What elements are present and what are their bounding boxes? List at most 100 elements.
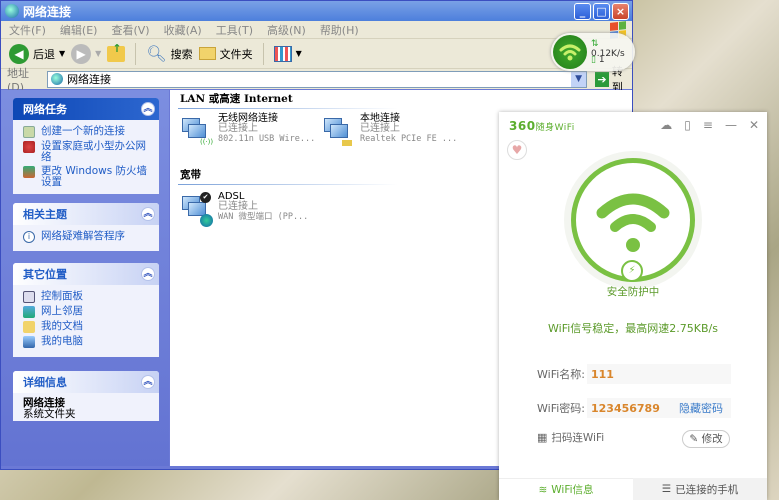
collapse-icon[interactable]: ︽	[141, 375, 155, 389]
back-button[interactable]: ◀ 后退 ▼	[9, 43, 65, 64]
wifi-password-value: 123456789 隐藏密码	[586, 398, 731, 418]
close-icon[interactable]: ✕	[749, 118, 759, 132]
wifi-icon	[553, 35, 587, 69]
toolbar: ◀ 后退 ▼ ▶ ▼ ↑ 🔍︎ 搜索 文件夹 ▼	[1, 39, 632, 69]
network-icon	[5, 4, 19, 18]
panel-header[interactable]: 相关主题 ︽	[13, 203, 159, 225]
firewall-icon	[23, 166, 35, 178]
new-connection-icon	[23, 126, 35, 138]
menu-icon[interactable]: ≡	[703, 118, 713, 132]
place-my-computer[interactable]: 我的电脑	[23, 336, 151, 348]
modify-button[interactable]: ✎ 修改	[682, 430, 730, 448]
speed-icon: ⇅	[591, 39, 599, 49]
group-header-broadband: 宽带	[170, 166, 398, 185]
folder-icon	[198, 47, 216, 60]
wifi-icon: ≋	[538, 483, 548, 496]
panel-header[interactable]: 其它位置 ︽	[13, 263, 159, 285]
up-folder-button[interactable]: ↑	[107, 42, 126, 62]
search-button[interactable]: 🔍︎ 搜索	[146, 44, 192, 63]
forward-arrow-icon: ▶	[71, 43, 92, 64]
heart-icon[interactable]: ♥	[507, 140, 527, 160]
network-icon	[51, 73, 64, 85]
views-icon	[273, 45, 292, 62]
task-pane: 网络任务 ︽ 创建一个新的连接 设置家庭或小型办公网络 更改 Windows 防火…	[1, 90, 169, 466]
info-icon: i	[23, 231, 35, 243]
pencil-icon: ✎	[689, 433, 699, 445]
menu-view[interactable]: 查看(V)	[111, 22, 149, 38]
minimize-icon[interactable]: —	[725, 118, 737, 132]
place-my-documents[interactable]: 我的文档	[23, 321, 151, 333]
forward-button[interactable]: ▶ ▼	[71, 43, 101, 64]
task-create-connection[interactable]: 创建一个新的连接	[23, 126, 151, 138]
connection-adsl[interactable]: ✔ ADSL 已连接上 WAN 微型端口 (PP...	[180, 192, 308, 227]
panel-other-places: 其它位置 ︽ 控制面板 网上邻居 我的文档 我的电脑	[13, 263, 159, 357]
cloud-icon[interactable]: ☁	[660, 118, 672, 132]
wifi-password-row: WiFi密码: 123456789 隐藏密码	[537, 398, 731, 418]
connection-wireless[interactable]: ((·)) 无线网络连接 已连接上 802.11n USB Wire...	[180, 114, 315, 148]
hide-password-link[interactable]: 隐藏密码	[679, 400, 723, 416]
close-button[interactable]: ×	[612, 2, 629, 20]
menu-bar: 文件(F) 编辑(E) 查看(V) 收藏(A) 工具(T) 高级(N) 帮助(H…	[1, 21, 632, 39]
tab-connected-phones[interactable]: ☰ 已连接的手机	[633, 478, 767, 500]
documents-icon	[23, 321, 35, 333]
panel-network-tasks: 网络任务 ︽ 创建一个新的连接 设置家庭或小型办公网络 更改 Windows 防火…	[13, 98, 159, 194]
menu-edit[interactable]: 编辑(E)	[60, 22, 98, 38]
phone-icon: ▯	[591, 55, 596, 65]
minimize-button[interactable]: _	[574, 2, 591, 20]
panel-details: 详细信息 ︽ 网络连接 系统文件夹	[13, 371, 159, 421]
wifi360-header[interactable]: 360随身WiFi ☁ ▯ ≡ — ✕	[499, 112, 767, 140]
group-header-lan: LAN 或高速 Internet	[170, 90, 632, 109]
protection-status: 安全防护中	[606, 286, 660, 298]
place-network-neighborhood[interactable]: 网上邻居	[23, 306, 151, 318]
folders-button[interactable]: 文件夹	[198, 46, 253, 62]
wifi-name-row: WiFi名称: 111	[537, 364, 731, 384]
collapse-icon[interactable]: ︽	[141, 102, 155, 116]
task-setup-home-network[interactable]: 设置家庭或小型办公网络	[23, 141, 151, 163]
list-icon: ☰	[661, 483, 672, 495]
divider	[262, 42, 264, 65]
phone-icon[interactable]: ▯	[684, 118, 691, 132]
shield-icon: ⚡	[621, 260, 643, 282]
signal-message: WiFi信号稳定，最高网速2.75KB/s	[548, 322, 718, 335]
adsl-connection-icon: ✔	[180, 192, 213, 227]
connection-local[interactable]: 本地连接 已连接上 Realtek PCIe FE ...	[322, 114, 457, 148]
up-folder-icon: ↑	[107, 42, 126, 62]
window-title: 网络连接	[23, 4, 72, 19]
place-control-panel[interactable]: 控制面板	[23, 291, 151, 303]
panel-header[interactable]: 网络任务 ︽	[13, 98, 159, 120]
wifi360-panel: 360随身WiFi ☁ ▯ ≡ — ✕ ♥ ⚡ 安全防护中 WiFi信号稳定，最…	[499, 112, 767, 500]
menu-favorites[interactable]: 收藏(A)	[164, 22, 202, 38]
device-count: 1	[598, 55, 605, 65]
qr-code-icon: ▦	[537, 431, 548, 444]
menu-advanced[interactable]: 高级(N)	[267, 22, 306, 38]
control-panel-icon	[23, 291, 35, 303]
tab-wifi-info[interactable]: ≋ WiFi信息	[499, 478, 633, 500]
maximize-button[interactable]: □	[593, 2, 610, 20]
back-arrow-icon: ◀	[9, 43, 29, 64]
scan-qr-link[interactable]: ▦ 扫码连WiFi	[537, 430, 604, 445]
panel-related-topics: 相关主题 ︽ i 网络疑难解答程序	[13, 203, 159, 251]
collapse-icon[interactable]: ︽	[141, 267, 155, 281]
wifi360-logo: 360随身WiFi	[509, 119, 575, 133]
menu-file[interactable]: 文件(F)	[9, 22, 46, 38]
address-input[interactable]: 网络连接 ▼	[47, 70, 588, 88]
wireless-connection-icon: ((·))	[180, 114, 213, 148]
lan-connection-icon	[322, 114, 354, 148]
title-bar[interactable]: 网络连接 _ □ ×	[1, 1, 632, 21]
go-arrow-icon: ➔	[595, 71, 609, 87]
topic-network-troubleshooter[interactable]: i 网络疑难解答程序	[23, 231, 151, 243]
wifi-float-widget[interactable]: ⇅ 0.12K/s ▯ 1	[551, 33, 635, 71]
menu-help[interactable]: 帮助(H)	[320, 22, 359, 38]
task-firewall-settings[interactable]: 更改 Windows 防火墙设置	[23, 166, 151, 188]
address-bar: 地址(D) 网络连接 ▼ ➔ 转到	[1, 65, 632, 94]
search-icon: 🔍︎	[146, 44, 167, 63]
views-button[interactable]: ▼	[273, 45, 302, 62]
divider	[135, 42, 137, 65]
chevron-down-icon[interactable]: ▼	[571, 71, 587, 87]
collapse-icon[interactable]: ︽	[141, 207, 155, 221]
panel-header[interactable]: 详细信息 ︽	[13, 371, 159, 393]
home-network-icon	[23, 141, 35, 153]
wifi-name-value: 111	[586, 364, 731, 384]
network-places-icon	[23, 306, 35, 318]
menu-tools[interactable]: 工具(T)	[216, 22, 253, 38]
